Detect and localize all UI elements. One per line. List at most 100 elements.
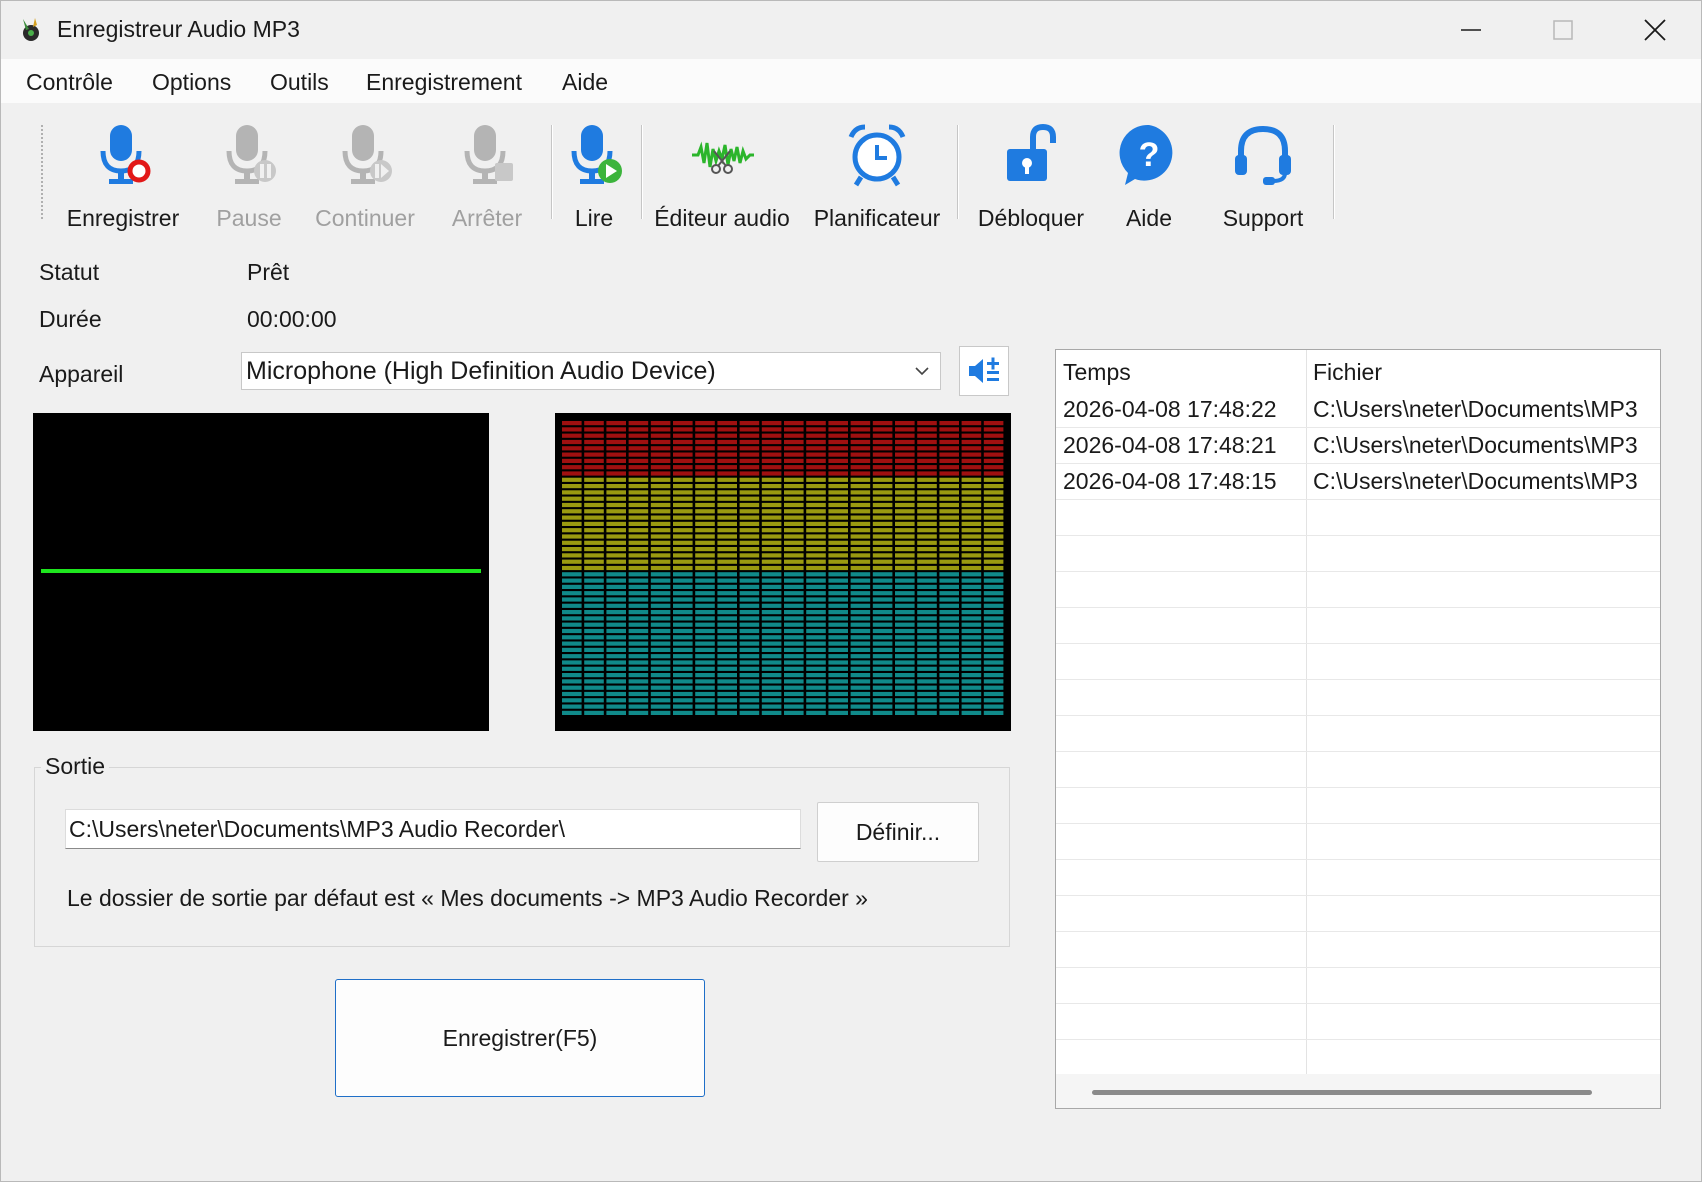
audio-editor-toolbar-label: Éditeur audio bbox=[654, 205, 790, 231]
meter-segment bbox=[584, 421, 604, 426]
meter-segment bbox=[628, 421, 649, 426]
meter-segment bbox=[695, 547, 715, 552]
scrollbar-thumb[interactable] bbox=[1092, 1090, 1592, 1095]
meter-segment bbox=[606, 710, 626, 715]
meter-segment bbox=[628, 647, 649, 652]
meter-segment bbox=[806, 591, 826, 596]
meter-segment bbox=[850, 502, 871, 508]
play-toolbar-button[interactable]: Lire bbox=[563, 121, 625, 231]
meter-segment bbox=[850, 534, 871, 539]
stop-toolbar-button[interactable]: Arrêter bbox=[443, 121, 531, 231]
table-row[interactable]: 2026-04-08 17:48:22 C:\Users\neter\Docume… bbox=[1056, 392, 1660, 428]
close-button[interactable] bbox=[1609, 1, 1701, 59]
meter-segment bbox=[917, 452, 937, 457]
pause-toolbar-button[interactable]: Pause bbox=[209, 121, 289, 231]
meter-segment bbox=[761, 685, 782, 690]
meter-segment bbox=[961, 710, 982, 715]
meter-segment bbox=[939, 528, 959, 533]
meter-segment bbox=[917, 622, 937, 627]
meter-segment bbox=[584, 509, 604, 514]
maximize-button[interactable] bbox=[1517, 1, 1609, 59]
meter-segment bbox=[761, 679, 782, 684]
audio-editor-toolbar-button[interactable]: Éditeur audio bbox=[649, 121, 795, 231]
history-list[interactable]: Temps Fichier 2026-04-08 17:48:22 C:\User… bbox=[1055, 349, 1661, 1109]
menu-outils[interactable]: Outils bbox=[270, 67, 329, 98]
meter-segment bbox=[939, 427, 959, 432]
meter-segment bbox=[628, 641, 649, 646]
meter-segment bbox=[961, 509, 982, 514]
meter-segment bbox=[939, 591, 959, 596]
meter-segment bbox=[939, 660, 959, 665]
column-header-time[interactable]: Temps bbox=[1063, 359, 1131, 386]
meter-segment bbox=[828, 553, 848, 558]
meter-segment bbox=[628, 628, 649, 634]
output-path-input[interactable]: C:\Users\neter\Documents\MP3 Audio Recor… bbox=[65, 809, 801, 849]
meter-segment bbox=[695, 490, 715, 495]
meter-segment bbox=[562, 647, 582, 652]
meter-segment bbox=[939, 616, 959, 621]
meter-segment bbox=[806, 616, 826, 621]
meter-segment bbox=[961, 421, 982, 426]
history-header: Temps Fichier bbox=[1056, 350, 1660, 392]
menu-enregistrement[interactable]: Enregistrement bbox=[366, 67, 522, 98]
meter-segment bbox=[673, 679, 693, 684]
device-select[interactable]: Microphone (High Definition Audio Device… bbox=[241, 352, 941, 390]
meter-segment bbox=[983, 584, 1004, 589]
meter-segment bbox=[917, 553, 937, 558]
column-header-file[interactable]: Fichier bbox=[1313, 359, 1382, 386]
continue-toolbar-label: Continuer bbox=[315, 205, 415, 231]
meter-segment bbox=[939, 553, 959, 558]
menu-aide[interactable]: Aide bbox=[562, 67, 608, 98]
meter-segment bbox=[784, 578, 804, 583]
meter-segment bbox=[850, 685, 871, 690]
volume-button[interactable] bbox=[959, 346, 1009, 396]
meter-segment bbox=[983, 710, 1004, 715]
define-button[interactable]: Définir... bbox=[817, 802, 979, 862]
scheduler-toolbar-button[interactable]: Planificateur bbox=[809, 121, 945, 231]
meter-segment bbox=[562, 622, 582, 627]
toolbar-separator bbox=[551, 125, 553, 219]
continue-toolbar-button[interactable]: Continuer bbox=[309, 121, 421, 231]
meter-segment bbox=[983, 610, 1004, 615]
meter-segment bbox=[606, 572, 626, 577]
help-toolbar-button[interactable]: ? Aide bbox=[1109, 121, 1189, 231]
meter-segment bbox=[961, 603, 982, 608]
support-toolbar-button[interactable]: Support bbox=[1213, 121, 1313, 231]
table-row[interactable]: 2026-04-08 17:48:21 C:\Users\neter\Docume… bbox=[1056, 428, 1660, 464]
meter-segment bbox=[584, 477, 604, 482]
meter-segment bbox=[673, 553, 693, 558]
meter-segment bbox=[606, 540, 626, 545]
meter-segment bbox=[806, 710, 826, 715]
menu-options[interactable]: Options bbox=[152, 67, 231, 98]
meter-segment bbox=[939, 578, 959, 583]
meter-segment bbox=[717, 509, 737, 514]
toolbar: Enregistrer Pause Continuer Arrêter Lire… bbox=[1, 103, 1701, 233]
meter-segment bbox=[761, 490, 782, 495]
horizontal-scrollbar[interactable] bbox=[1056, 1074, 1660, 1108]
meter-segment bbox=[872, 515, 893, 520]
menu-controle[interactable]: Contrôle bbox=[26, 67, 113, 98]
meter-segment bbox=[606, 704, 626, 709]
record-toolbar-button[interactable]: Enregistrer bbox=[59, 121, 187, 231]
meter-segment bbox=[673, 433, 693, 438]
meter-segment bbox=[584, 465, 604, 470]
minimize-button[interactable] bbox=[1425, 1, 1517, 59]
meter-segment bbox=[828, 654, 848, 659]
meter-segment bbox=[606, 427, 626, 432]
meter-segment bbox=[650, 622, 671, 627]
meter-segment bbox=[828, 578, 848, 583]
meter-segment bbox=[895, 565, 915, 571]
meter-segment bbox=[606, 679, 626, 684]
meter-segment bbox=[650, 698, 671, 703]
meter-segment bbox=[895, 540, 915, 545]
meter-segment bbox=[806, 679, 826, 684]
record-button[interactable]: Enregistrer(F5) bbox=[335, 979, 705, 1097]
table-row[interactable]: 2026-04-08 17:48:15 C:\Users\neter\Docume… bbox=[1056, 464, 1660, 500]
meter-segment bbox=[717, 666, 737, 671]
meter-segment bbox=[939, 603, 959, 608]
meter-segment bbox=[806, 597, 826, 602]
unlock-toolbar-button[interactable]: Débloquer bbox=[969, 121, 1093, 231]
table-row bbox=[1056, 644, 1660, 680]
meter-segment bbox=[939, 534, 959, 539]
meter-segment bbox=[761, 654, 782, 659]
